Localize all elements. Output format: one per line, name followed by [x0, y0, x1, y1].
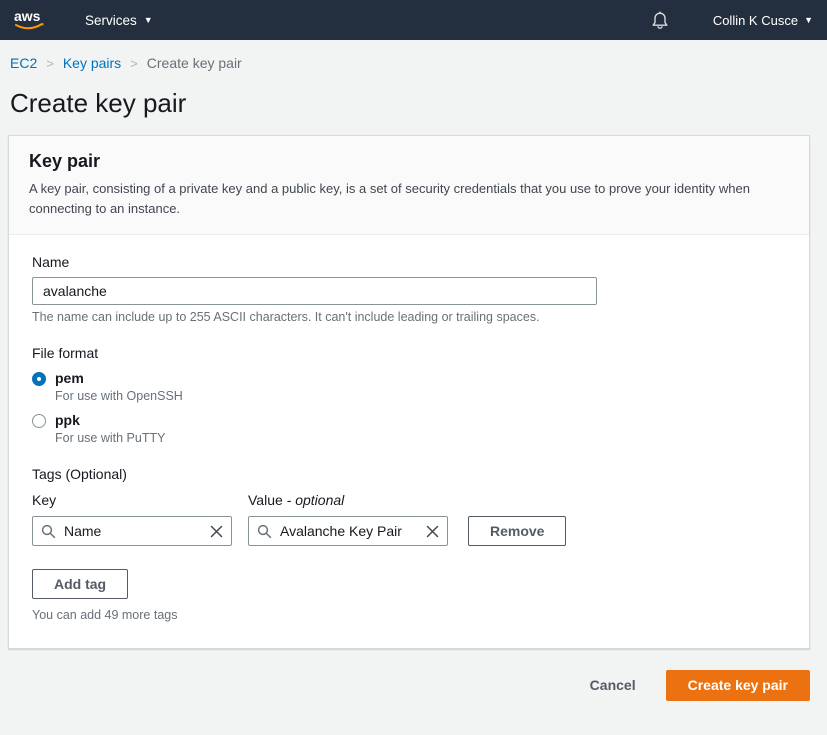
name-field-helper: The name can include up to 255 ASCII cha…	[32, 310, 789, 324]
chevron-down-icon: ▼	[804, 16, 813, 25]
services-menu-label: Services	[85, 13, 137, 28]
add-tag-button[interactable]: Add tag	[32, 569, 128, 599]
radio-option-ppk: ppk For use with PuTTY	[32, 412, 789, 445]
ppk-radio-label: ppk	[55, 412, 80, 429]
tag-value-column: Value - optional	[248, 492, 448, 546]
radio-unselected-icon[interactable]	[32, 414, 46, 428]
tags-label: Tags (Optional)	[32, 466, 789, 482]
ppk-radio-row[interactable]: ppk	[32, 412, 789, 429]
breadcrumb-ec2[interactable]: EC2	[10, 55, 37, 71]
create-key-pair-button[interactable]: Create key pair	[666, 670, 810, 701]
tag-value-optional-label: - optional	[287, 492, 345, 508]
search-icon	[41, 524, 56, 544]
key-pair-card: Key pair A key pair, consisting of a pri…	[8, 135, 810, 649]
tag-row: Key	[32, 492, 789, 546]
bell-icon	[651, 11, 669, 30]
clear-icon[interactable]	[209, 524, 224, 544]
pem-radio-row[interactable]: pem	[32, 370, 789, 387]
tag-key-column: Key	[32, 492, 232, 546]
tag-key-input-wrapper	[32, 516, 232, 546]
top-navigation-bar: aws Services ▼ Collin K Cusce ▼	[0, 0, 827, 40]
clear-icon[interactable]	[425, 524, 440, 544]
pem-radio-label: pem	[55, 370, 84, 387]
tag-value-input-wrapper	[248, 516, 448, 546]
radio-option-pem: pem For use with OpenSSH	[32, 370, 789, 403]
breadcrumb-separator-icon: >	[130, 56, 138, 71]
name-field-label: Name	[32, 254, 789, 270]
cancel-button[interactable]: Cancel	[590, 677, 636, 693]
file-format-label: File format	[32, 345, 789, 361]
chevron-down-icon: ▼	[144, 16, 153, 25]
breadcrumb-key-pairs[interactable]: Key pairs	[63, 55, 121, 71]
tag-key-label: Key	[32, 492, 232, 508]
card-title: Key pair	[29, 151, 789, 172]
tag-value-label: Value - optional	[248, 492, 448, 508]
pem-radio-description: For use with OpenSSH	[55, 389, 789, 403]
tag-value-input[interactable]	[249, 523, 447, 539]
search-icon	[257, 524, 272, 544]
tag-key-input[interactable]	[33, 523, 231, 539]
name-input[interactable]	[32, 277, 597, 305]
services-menu[interactable]: Services ▼	[85, 13, 153, 28]
ppk-radio-description: For use with PuTTY	[55, 431, 789, 445]
card-description: A key pair, consisting of a private key …	[29, 179, 789, 218]
card-header: Key pair A key pair, consisting of a pri…	[9, 136, 809, 235]
breadcrumb-separator-icon: >	[46, 56, 54, 71]
user-name: Collin K Cusce	[713, 13, 798, 28]
breadcrumb: EC2 > Key pairs > Create key pair	[10, 55, 827, 71]
name-field-group: Name The name can include up to 255 ASCI…	[32, 254, 789, 324]
aws-logo[interactable]: aws	[12, 7, 49, 33]
footer-actions: Cancel Create key pair	[8, 670, 810, 701]
aws-logo-icon: aws	[12, 7, 49, 33]
tags-group: Tags (Optional) Key	[32, 466, 789, 622]
user-account-menu[interactable]: Collin K Cusce ▼	[713, 13, 813, 28]
tags-remaining-helper: You can add 49 more tags	[32, 608, 789, 622]
card-body: Name The name can include up to 255 ASCI…	[9, 235, 809, 648]
radio-selected-icon[interactable]	[32, 372, 46, 386]
breadcrumb-current-page: Create key pair	[147, 55, 242, 71]
notifications-button[interactable]	[651, 11, 669, 30]
page-title: Create key pair	[10, 88, 827, 119]
file-format-group: File format pem For use with OpenSSH ppk…	[32, 345, 789, 445]
remove-tag-button[interactable]: Remove	[468, 516, 566, 546]
svg-text:aws: aws	[14, 8, 41, 24]
